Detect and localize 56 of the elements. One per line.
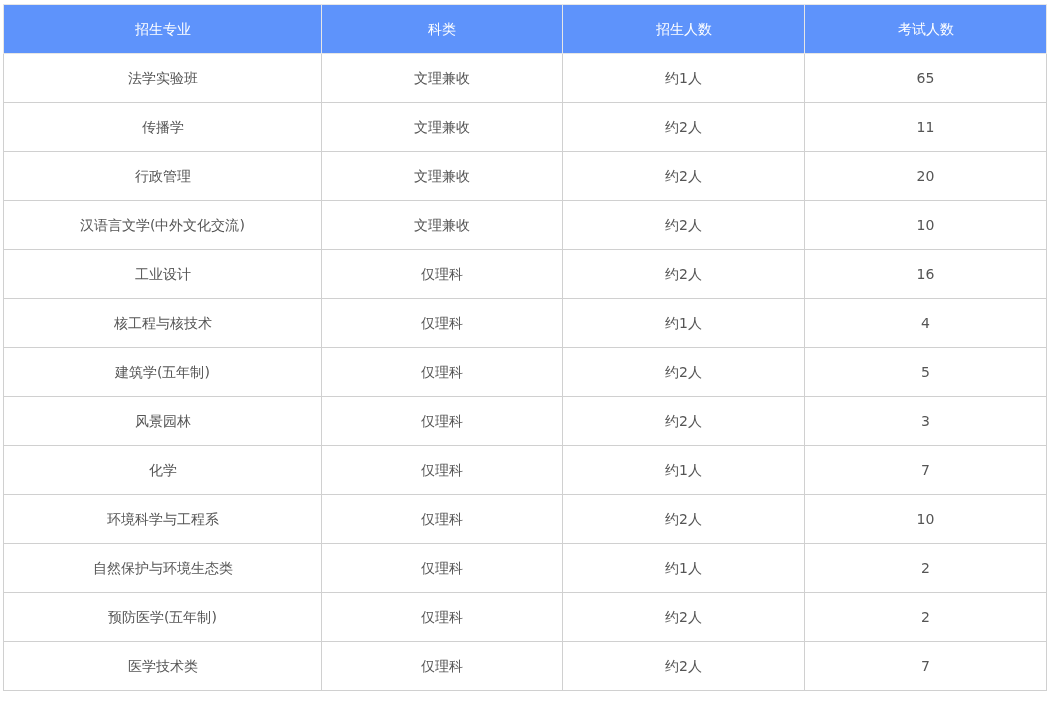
table-cell: 65 bbox=[804, 53, 1047, 103]
table-cell: 7 bbox=[804, 445, 1047, 495]
table-cell: 约1人 bbox=[562, 298, 805, 348]
table-cell: 传播学 bbox=[3, 102, 322, 152]
table-cell: 2 bbox=[804, 543, 1047, 593]
table-cell: 约1人 bbox=[562, 543, 805, 593]
table-cell: 环境科学与工程系 bbox=[3, 494, 322, 544]
table-cell: 仅理科 bbox=[321, 543, 563, 593]
table-cell: 核工程与核技术 bbox=[3, 298, 322, 348]
table-cell: 7 bbox=[804, 641, 1047, 691]
table-cell: 仅理科 bbox=[321, 445, 563, 495]
table-cell: 约2人 bbox=[562, 249, 805, 299]
table-cell: 仅理科 bbox=[321, 494, 563, 544]
table-cell: 20 bbox=[804, 151, 1047, 201]
column-header: 科类 bbox=[321, 4, 563, 54]
table-cell: 16 bbox=[804, 249, 1047, 299]
table-cell: 约2人 bbox=[562, 102, 805, 152]
table-cell: 约2人 bbox=[562, 347, 805, 397]
table-cell: 风景园林 bbox=[3, 396, 322, 446]
table-cell: 自然保护与环境生态类 bbox=[3, 543, 322, 593]
table-cell: 约2人 bbox=[562, 592, 805, 642]
table-cell: 文理兼收 bbox=[321, 53, 563, 103]
table-cell: 化学 bbox=[3, 445, 322, 495]
table-cell: 仅理科 bbox=[321, 396, 563, 446]
table-cell: 约1人 bbox=[562, 445, 805, 495]
table-cell: 文理兼收 bbox=[321, 200, 563, 250]
table-cell: 行政管理 bbox=[3, 151, 322, 201]
table-cell: 2 bbox=[804, 592, 1047, 642]
table-cell: 5 bbox=[804, 347, 1047, 397]
column-header: 招生专业 bbox=[3, 4, 322, 54]
table-cell: 约1人 bbox=[562, 53, 805, 103]
table-cell: 约2人 bbox=[562, 494, 805, 544]
table-cell: 约2人 bbox=[562, 641, 805, 691]
table-cell: 预防医学(五年制) bbox=[3, 592, 322, 642]
table-cell: 10 bbox=[804, 494, 1047, 544]
table-cell: 建筑学(五年制) bbox=[3, 347, 322, 397]
table-cell: 文理兼收 bbox=[321, 102, 563, 152]
column-header: 招生人数 bbox=[562, 4, 805, 54]
table-cell: 10 bbox=[804, 200, 1047, 250]
table-cell: 约2人 bbox=[562, 151, 805, 201]
table-cell: 约2人 bbox=[562, 396, 805, 446]
table-cell: 3 bbox=[804, 396, 1047, 446]
table-cell: 文理兼收 bbox=[321, 151, 563, 201]
table-cell: 汉语言文学(中外文化交流) bbox=[3, 200, 322, 250]
table-cell: 仅理科 bbox=[321, 298, 563, 348]
table-cell: 法学实验班 bbox=[3, 53, 322, 103]
table-cell: 仅理科 bbox=[321, 592, 563, 642]
table-cell: 医学技术类 bbox=[3, 641, 322, 691]
column-header: 考试人数 bbox=[804, 4, 1047, 54]
table-cell: 工业设计 bbox=[3, 249, 322, 299]
table-cell: 约2人 bbox=[562, 200, 805, 250]
table-cell: 11 bbox=[804, 102, 1047, 152]
table-cell: 4 bbox=[804, 298, 1047, 348]
table-cell: 仅理科 bbox=[321, 347, 563, 397]
table-cell: 仅理科 bbox=[321, 249, 563, 299]
table-cell: 仅理科 bbox=[321, 641, 563, 691]
